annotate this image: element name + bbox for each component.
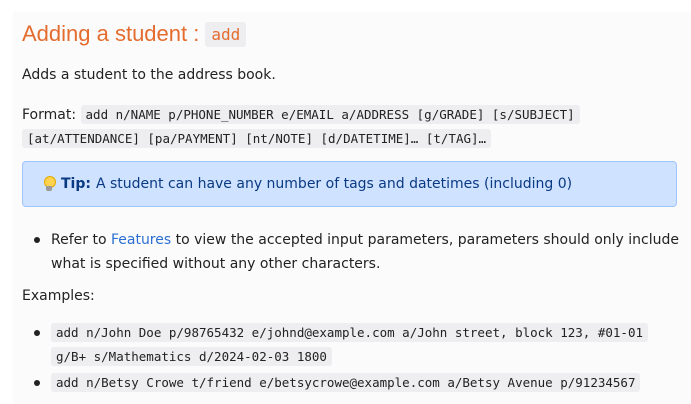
tip-text: A student can have any number of tags an… [95, 176, 573, 192]
format-label: Format: [22, 107, 77, 123]
features-link[interactable]: Features [111, 232, 171, 248]
lightbulb-icon [43, 176, 56, 192]
list-item: Refer to Features to view the accepted i… [22, 228, 681, 276]
example-code-2: add n/Betsy Crowe t/friend e/betsycrowe@… [51, 373, 641, 392]
format-code-line2: [at/ATTENDANCE] [pa/PAYMENT] [nt/NOTE] [… [22, 129, 492, 148]
format-code-line1: add n/NAME p/PHONE_NUMBER e/EMAIL a/ADDR… [80, 105, 580, 124]
list-item: add n/Betsy Crowe t/friend e/betsycrowe@… [22, 371, 681, 395]
note-prefix: Refer to [51, 232, 107, 248]
example-code-1-line2: g/B+ s/Mathematics d/2024-02-03 1800 [51, 347, 332, 366]
tip-label: Tip: [61, 176, 91, 192]
section-heading: Adding a student : add [22, 21, 247, 47]
note-list: Refer to Features to view the accepted i… [22, 228, 682, 276]
section-description: Adds a student to the address book. [22, 67, 276, 83]
bullet-icon [34, 380, 40, 386]
section-heading-command: add [205, 21, 247, 47]
example-code-1-line1: add n/John Doe p/98765432 e/johnd@exampl… [51, 323, 648, 342]
section-heading-text: Adding a student : [22, 21, 200, 46]
tip-box: Tip: A student can have any number of ta… [22, 161, 677, 207]
document-section: Adding a student : add Adds a student to… [13, 12, 691, 404]
format-paragraph: Format: add n/NAME p/PHONE_NUMBER e/EMAI… [22, 103, 682, 151]
examples-list: add n/John Doe p/98765432 e/johnd@exampl… [22, 321, 682, 395]
bullet-icon [34, 330, 40, 336]
list-item: add n/John Doe p/98765432 e/johnd@exampl… [22, 321, 681, 369]
examples-label: Examples: [22, 288, 95, 304]
bullet-icon [34, 237, 40, 243]
